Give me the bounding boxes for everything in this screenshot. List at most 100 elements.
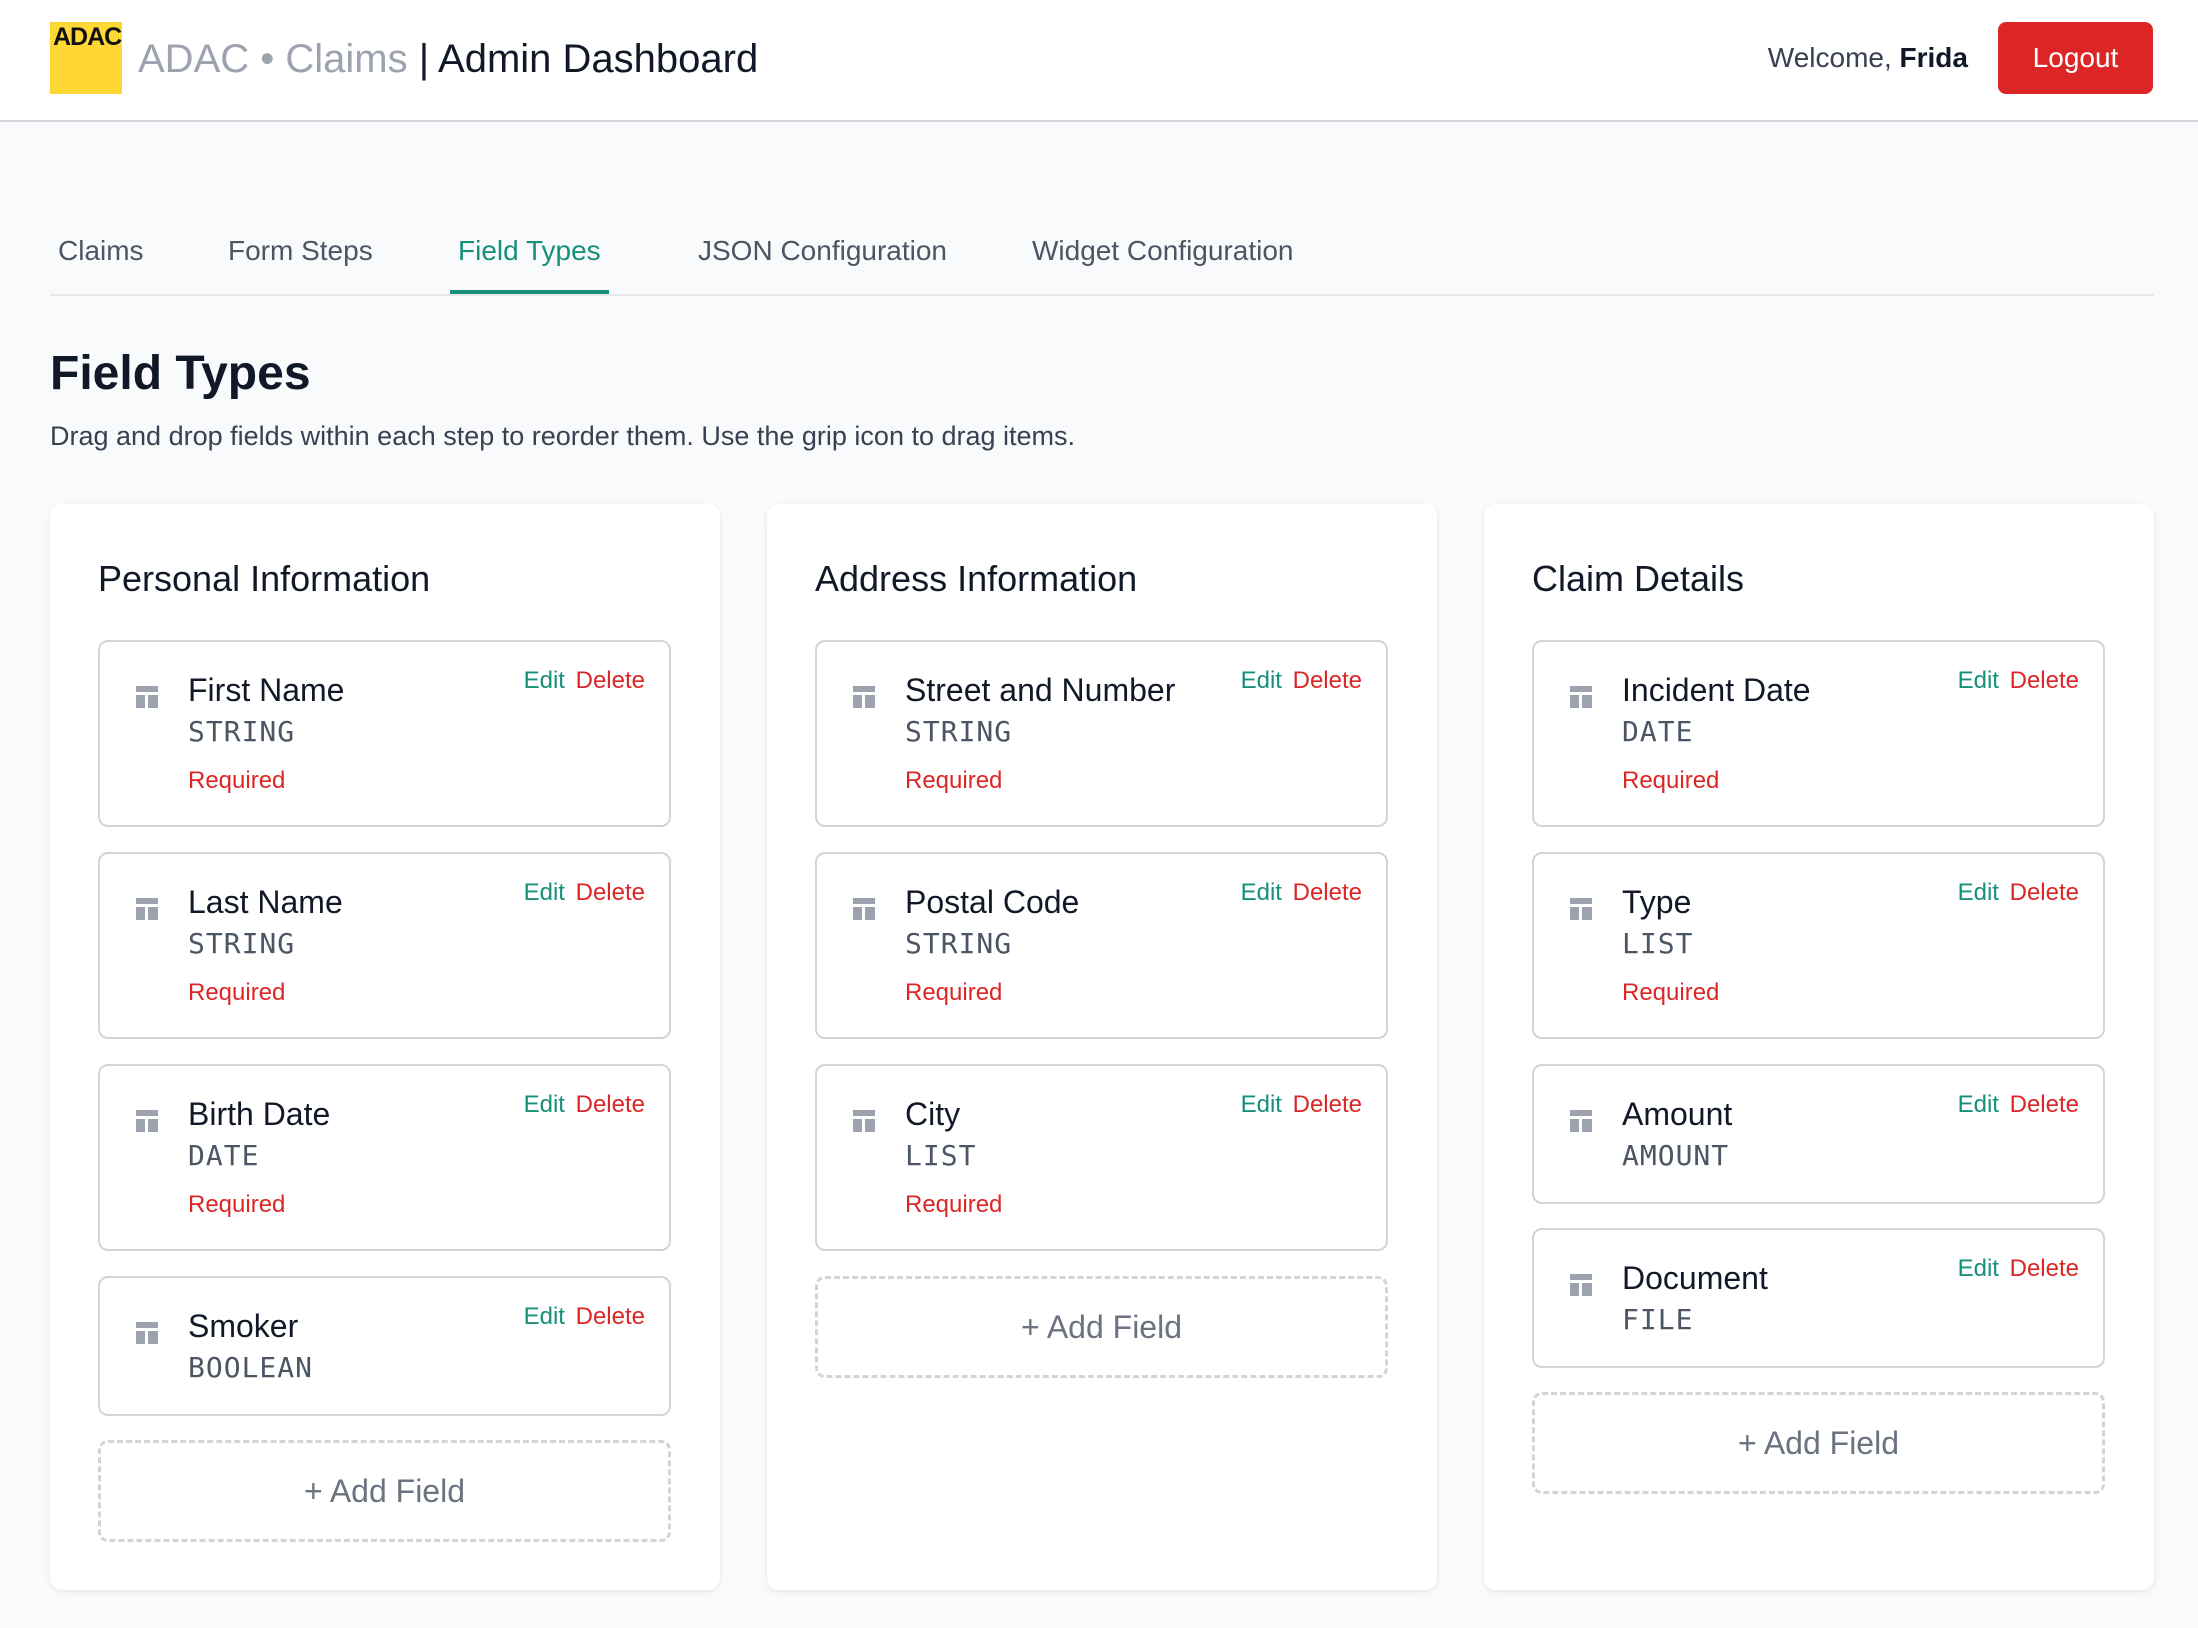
- required-label: Required: [905, 767, 1003, 794]
- field-name: Street and Number: [905, 672, 1176, 708]
- required-label: Required: [905, 1191, 1003, 1218]
- field-type: BOOLEAN: [188, 1351, 314, 1384]
- step-column-claim-details: Claim Details Incident Date DATE Require…: [1484, 504, 2154, 1590]
- grip-icon[interactable]: [853, 686, 875, 708]
- delete-link[interactable]: Delete: [576, 667, 645, 694]
- field-actions: Edit Delete: [1958, 664, 2079, 698]
- logo-text: ADAC: [53, 23, 122, 51]
- adac-logo: ADAC: [50, 22, 122, 94]
- field-name: Birth Date: [188, 1096, 331, 1132]
- grip-icon[interactable]: [136, 898, 158, 920]
- required-label: Required: [188, 767, 286, 794]
- user-name: Frida: [1899, 42, 1968, 73]
- grip-icon[interactable]: [136, 1322, 158, 1344]
- field-card[interactable]: Type LIST Required Edit Delete: [1532, 852, 2105, 1039]
- grip-icon[interactable]: [136, 686, 158, 708]
- tab-form-steps[interactable]: Form Steps: [220, 236, 381, 294]
- brand-separator: |: [407, 37, 439, 81]
- edit-link[interactable]: Edit: [1241, 667, 1282, 694]
- field-type: STRING: [188, 927, 296, 960]
- delete-link[interactable]: Delete: [2010, 1255, 2079, 1282]
- field-name: Smoker: [188, 1308, 299, 1344]
- edit-link[interactable]: Edit: [524, 667, 565, 694]
- edit-link[interactable]: Edit: [524, 1091, 565, 1118]
- tab-field-types[interactable]: Field Types: [450, 236, 609, 294]
- delete-link[interactable]: Delete: [576, 1091, 645, 1118]
- field-name: Amount: [1622, 1096, 1733, 1132]
- page-title: Field Types: [50, 347, 311, 400]
- delete-link[interactable]: Delete: [576, 879, 645, 906]
- delete-link[interactable]: Delete: [2010, 879, 2079, 906]
- field-actions: Edit Delete: [524, 876, 645, 910]
- grip-icon[interactable]: [1570, 686, 1592, 708]
- grip-icon[interactable]: [1570, 1274, 1592, 1296]
- brand-name: ADAC • Claims: [138, 37, 408, 81]
- logout-button[interactable]: Logout: [1998, 22, 2153, 94]
- edit-link[interactable]: Edit: [1958, 1255, 1999, 1282]
- delete-link[interactable]: Delete: [1293, 1091, 1362, 1118]
- step-title: Personal Information: [98, 558, 431, 599]
- field-card[interactable]: Amount AMOUNT Edit Delete: [1532, 1064, 2105, 1204]
- grip-icon[interactable]: [1570, 898, 1592, 920]
- field-type: STRING: [905, 715, 1013, 748]
- field-type: STRING: [188, 715, 296, 748]
- add-field-button[interactable]: + Add Field: [98, 1440, 671, 1542]
- welcome-message: Welcome, Frida: [1768, 38, 1968, 78]
- edit-link[interactable]: Edit: [1241, 1091, 1282, 1118]
- grip-icon[interactable]: [136, 1110, 158, 1132]
- delete-link[interactable]: Delete: [1293, 879, 1362, 906]
- add-field-button[interactable]: + Add Field: [815, 1276, 1388, 1378]
- field-card[interactable]: City LIST Required Edit Delete: [815, 1064, 1388, 1251]
- field-card[interactable]: Birth Date DATE Required Edit Delete: [98, 1064, 671, 1251]
- field-type: DATE: [1622, 715, 1694, 748]
- tab-widget-configuration[interactable]: Widget Configuration: [1024, 236, 1301, 294]
- field-name: Type: [1622, 884, 1692, 920]
- delete-link[interactable]: Delete: [2010, 667, 2079, 694]
- field-actions: Edit Delete: [1958, 1088, 2079, 1122]
- field-card[interactable]: Smoker BOOLEAN Edit Delete: [98, 1276, 671, 1416]
- tab-claims[interactable]: Claims: [50, 236, 152, 294]
- field-name: Last Name: [188, 884, 343, 920]
- required-label: Required: [1622, 979, 1720, 1006]
- edit-link[interactable]: Edit: [524, 879, 565, 906]
- step-column-address-information: Address Information Street and Number ST…: [767, 504, 1437, 1590]
- field-card[interactable]: Document FILE Edit Delete: [1532, 1228, 2105, 1368]
- field-card[interactable]: Postal Code STRING Required Edit Delete: [815, 852, 1388, 1039]
- field-actions: Edit Delete: [1241, 664, 1362, 698]
- field-type: LIST: [1622, 927, 1694, 960]
- field-actions: Edit Delete: [524, 1300, 645, 1334]
- field-name: City: [905, 1096, 961, 1132]
- edit-link[interactable]: Edit: [1241, 879, 1282, 906]
- add-field-button[interactable]: + Add Field: [1532, 1392, 2105, 1494]
- edit-link[interactable]: Edit: [1958, 879, 1999, 906]
- field-name: Document: [1622, 1260, 1768, 1296]
- required-label: Required: [905, 979, 1003, 1006]
- field-type: LIST: [905, 1139, 977, 1172]
- edit-link[interactable]: Edit: [524, 1303, 565, 1330]
- field-card[interactable]: Incident Date DATE Required Edit Delete: [1532, 640, 2105, 827]
- app-header: ADAC ADAC • Claims | Admin Dashboard Wel…: [0, 0, 2198, 122]
- step-title: Claim Details: [1532, 558, 1745, 599]
- delete-link[interactable]: Delete: [576, 1303, 645, 1330]
- field-card[interactable]: Last Name STRING Required Edit Delete: [98, 852, 671, 1039]
- grip-icon[interactable]: [853, 898, 875, 920]
- edit-link[interactable]: Edit: [1958, 1091, 1999, 1118]
- grip-icon[interactable]: [853, 1110, 875, 1132]
- admin-tabs: Claims Form Steps Field Types JSON Confi…: [50, 224, 2154, 296]
- required-label: Required: [188, 1191, 286, 1218]
- field-card[interactable]: Street and Number STRING Required Edit D…: [815, 640, 1388, 827]
- grip-icon[interactable]: [1570, 1110, 1592, 1132]
- edit-link[interactable]: Edit: [1958, 667, 1999, 694]
- field-type: DATE: [188, 1139, 260, 1172]
- tab-json-configuration[interactable]: JSON Configuration: [690, 236, 955, 294]
- required-label: Required: [1622, 767, 1720, 794]
- field-actions: Edit Delete: [1958, 876, 2079, 910]
- field-actions: Edit Delete: [524, 1088, 645, 1122]
- field-type: FILE: [1622, 1303, 1694, 1336]
- app-title: ADAC • Claims | Admin Dashboard: [138, 34, 758, 84]
- delete-link[interactable]: Delete: [2010, 1091, 2079, 1118]
- step-column-personal-information: Personal Information First Name STRING R…: [50, 504, 720, 1590]
- delete-link[interactable]: Delete: [1293, 667, 1362, 694]
- field-type: STRING: [905, 927, 1013, 960]
- field-card[interactable]: First Name STRING Required Edit Delete: [98, 640, 671, 827]
